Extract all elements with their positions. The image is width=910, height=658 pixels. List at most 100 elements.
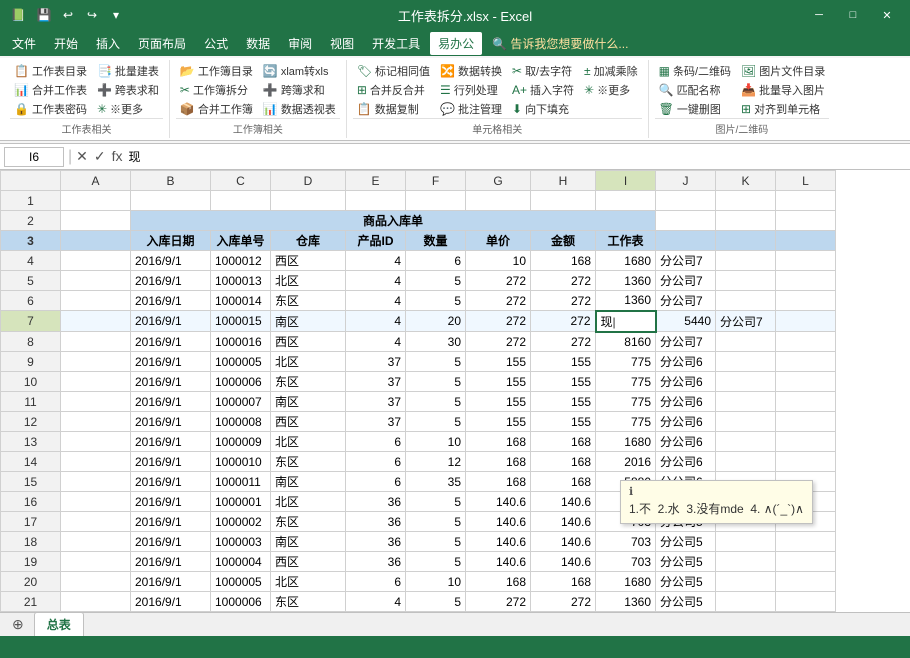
cell-i9[interactable]: 775: [596, 352, 656, 372]
row-header-15[interactable]: 15: [1, 472, 61, 492]
row-header-7[interactable]: 7: [1, 311, 61, 332]
col-header-i[interactable]: I: [596, 171, 656, 191]
cell-b18[interactable]: 2016/9/1: [131, 532, 211, 552]
cell-a3[interactable]: [61, 231, 131, 251]
cell-h17[interactable]: 140.6: [531, 512, 596, 532]
minimize-btn[interactable]: ─: [804, 5, 834, 25]
cell-i13[interactable]: 1680: [596, 432, 656, 452]
cell-b14[interactable]: 2016/9/1: [131, 452, 211, 472]
row-header-19[interactable]: 19: [1, 552, 61, 572]
cell-k13[interactable]: [716, 432, 776, 452]
col-header-b[interactable]: B: [131, 171, 211, 191]
cell-l20[interactable]: [776, 572, 836, 592]
cell-c11[interactable]: 1000007: [211, 392, 271, 412]
cell-c7[interactable]: 1000015: [211, 311, 271, 332]
cell-a6[interactable]: [61, 291, 131, 311]
cell-e3[interactable]: 产品ID: [346, 231, 406, 251]
cell-c3[interactable]: 入库单号: [211, 231, 271, 251]
col-header-h[interactable]: H: [531, 171, 596, 191]
cell-e10[interactable]: 37: [346, 372, 406, 392]
cell-f4[interactable]: 6: [406, 251, 466, 271]
cell-c9[interactable]: 1000005: [211, 352, 271, 372]
cell-b12[interactable]: 2016/9/1: [131, 412, 211, 432]
cell-e1[interactable]: [346, 191, 406, 211]
more-btn[interactable]: ▾: [106, 5, 126, 25]
ribbon-btn-fill-down[interactable]: ⬇ 向下填充: [508, 100, 578, 118]
ribbon-btn-more-sheet[interactable]: ✳ ※更多: [93, 100, 163, 118]
cell-g1[interactable]: [466, 191, 531, 211]
cell-f19[interactable]: 5: [406, 552, 466, 572]
cell-k8[interactable]: [716, 332, 776, 352]
row-header-17[interactable]: 17: [1, 512, 61, 532]
cell-title[interactable]: 商品入库单: [131, 211, 656, 231]
cell-b15[interactable]: 2016/9/1: [131, 472, 211, 492]
row-header-20[interactable]: 20: [1, 572, 61, 592]
cell-h13[interactable]: 168: [531, 432, 596, 452]
cell-j9[interactable]: 分公司6: [656, 352, 716, 372]
cell-d15[interactable]: 南区: [271, 472, 346, 492]
col-header-e[interactable]: E: [346, 171, 406, 191]
cell-j5[interactable]: 分公司7: [656, 271, 716, 291]
cell-j8[interactable]: 分公司7: [656, 332, 716, 352]
row-header-9[interactable]: 9: [1, 352, 61, 372]
cell-a8[interactable]: [61, 332, 131, 352]
cancel-formula-icon[interactable]: ✕: [76, 148, 88, 165]
cell-h18[interactable]: 140.6: [531, 532, 596, 552]
cell-i14[interactable]: 2016: [596, 452, 656, 472]
cell-g10[interactable]: 155: [466, 372, 531, 392]
cell-j13[interactable]: 分公司6: [656, 432, 716, 452]
cell-f5[interactable]: 5: [406, 271, 466, 291]
row-header-14[interactable]: 14: [1, 452, 61, 472]
cell-b7[interactable]: 2016/9/1: [131, 311, 211, 332]
ribbon-btn-data-convert[interactable]: 🔀 数据转换: [436, 62, 506, 80]
row-header-4[interactable]: 4: [1, 251, 61, 271]
cell-f16[interactable]: 5: [406, 492, 466, 512]
ribbon-btn-merge-sheet[interactable]: 📊 合并工作表: [10, 81, 91, 99]
row-header-6[interactable]: 6: [1, 291, 61, 311]
cell-e6[interactable]: 4: [346, 291, 406, 311]
menu-insert[interactable]: 插入: [88, 32, 128, 55]
menu-formula[interactable]: 公式: [196, 32, 236, 55]
cell-b11[interactable]: 2016/9/1: [131, 392, 211, 412]
ribbon-btn-book-toc[interactable]: 📂 工作簿目录: [176, 62, 257, 80]
cell-i18[interactable]: 703: [596, 532, 656, 552]
cell-a10[interactable]: [61, 372, 131, 392]
cell-l21[interactable]: [776, 592, 836, 612]
cell-a17[interactable]: [61, 512, 131, 532]
cell-a20[interactable]: [61, 572, 131, 592]
cell-l2[interactable]: [776, 211, 836, 231]
cell-g15[interactable]: 168: [466, 472, 531, 492]
formula-input[interactable]: [127, 148, 906, 166]
cell-d16[interactable]: 北区: [271, 492, 346, 512]
cell-j1[interactable]: [656, 191, 716, 211]
cell-f21[interactable]: 5: [406, 592, 466, 612]
ribbon-btn-pivot[interactable]: 📊 数据透视表: [259, 100, 340, 118]
cell-i8[interactable]: 8160: [596, 332, 656, 352]
cell-h6[interactable]: 272: [531, 291, 596, 311]
cell-j11[interactable]: 分公司6: [656, 392, 716, 412]
cell-k12[interactable]: [716, 412, 776, 432]
cell-f11[interactable]: 5: [406, 392, 466, 412]
cell-a13[interactable]: [61, 432, 131, 452]
cell-h8[interactable]: 272: [531, 332, 596, 352]
cell-reference[interactable]: I6: [4, 147, 64, 167]
row-header-5[interactable]: 5: [1, 271, 61, 291]
ribbon-btn-cross-sum[interactable]: ➕ 跨表求和: [93, 81, 163, 99]
cell-j4[interactable]: 分公司7: [656, 251, 716, 271]
cell-i6[interactable]: 1360: [596, 291, 656, 311]
cell-l7[interactable]: [776, 311, 836, 332]
cell-g12[interactable]: 155: [466, 412, 531, 432]
cell-c14[interactable]: 1000010: [211, 452, 271, 472]
cell-i10[interactable]: 775: [596, 372, 656, 392]
sheet-grid[interactable]: A B C D E F G H I J K L 1: [0, 170, 910, 612]
cell-i5[interactable]: 1360: [596, 271, 656, 291]
cell-k2[interactable]: [716, 211, 776, 231]
cell-b6[interactable]: 2016/9/1: [131, 291, 211, 311]
cell-b16[interactable]: 2016/9/1: [131, 492, 211, 512]
cell-d10[interactable]: 东区: [271, 372, 346, 392]
cell-j10[interactable]: 分公司6: [656, 372, 716, 392]
row-header-21[interactable]: 21: [1, 592, 61, 612]
cell-c18[interactable]: 1000003: [211, 532, 271, 552]
sheet-tab-summary[interactable]: 总表: [34, 612, 84, 636]
ribbon-btn-row-col[interactable]: ☰ 行列处理: [436, 81, 506, 99]
